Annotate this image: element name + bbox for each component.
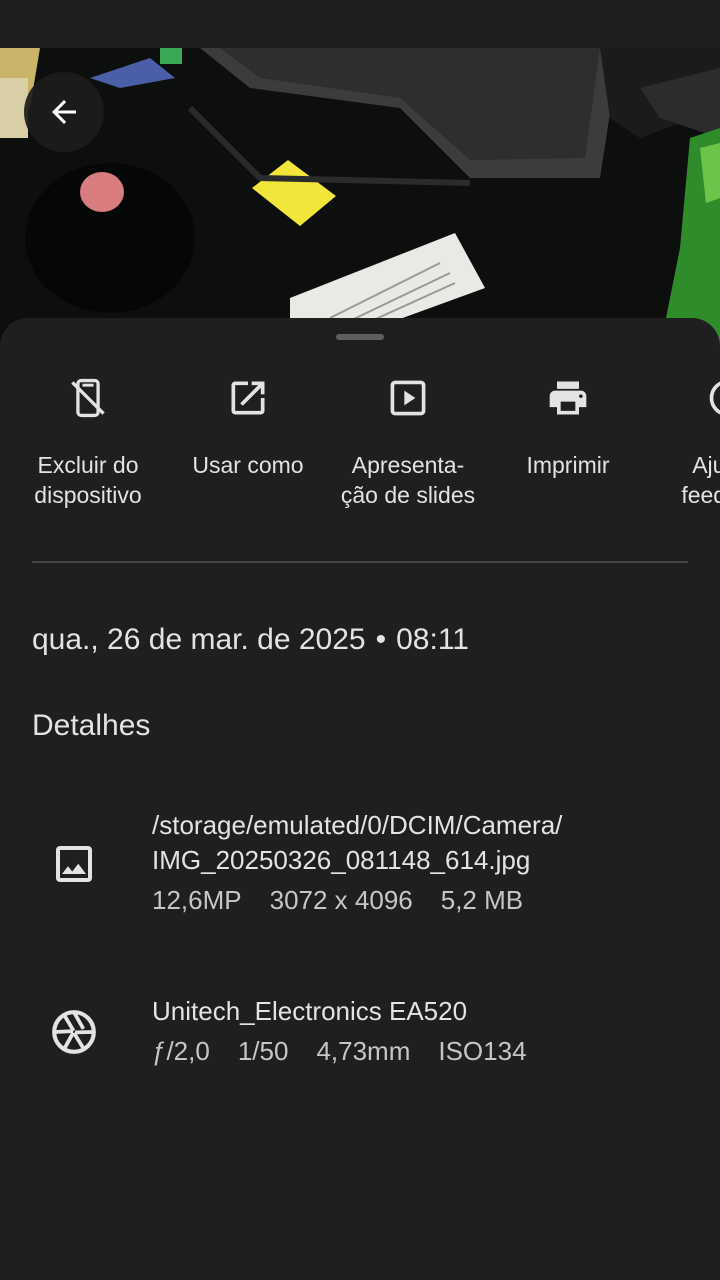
capture-date-day: qua., 26 de mar. de 2025 (32, 623, 366, 656)
slideshow-icon (384, 374, 432, 422)
phone-off-icon (64, 374, 112, 422)
print-label: Imprimir (526, 452, 610, 478)
adjust-feedback-button[interactable]: Ajustar feedback (648, 374, 720, 510)
divider (32, 561, 688, 563)
print-icon (544, 374, 592, 422)
delete-from-device-label: Excluir do dispositivo (34, 452, 142, 508)
camera-shutter: 1/50 (237, 1036, 289, 1066)
image-icon (46, 836, 102, 892)
slideshow-button[interactable]: Apresenta- ção de slides (328, 374, 488, 510)
file-size: 5,2 MB (440, 885, 524, 915)
camera-iso: ISO134 (438, 1036, 527, 1066)
feedback-icon (704, 374, 720, 422)
camera-model: Unitech_Electronics EA520 (152, 996, 468, 1026)
print-button[interactable]: Imprimir (488, 374, 648, 480)
file-megapixels: 12,6MP (152, 885, 242, 915)
camera-info-text: Unitech_Electronics EA520 ƒ/2,0 1/50 4,73m… (152, 994, 555, 1067)
details-title: Detalhes (32, 709, 151, 742)
file-path-line1: /storage/emulated/0/DCIM/Camera/ (152, 810, 563, 840)
status-bar (0, 0, 720, 48)
photo-preview[interactable] (0, 48, 720, 348)
capture-date: qua., 26 de mar. de 2025 • 08:11 (32, 618, 469, 662)
arrow-back-icon (52, 100, 76, 124)
file-meta: 12,6MP 3072 x 4096 5,2 MB (152, 884, 562, 916)
camera-focal-length: 4,73mm (316, 1036, 411, 1066)
camera-aperture: ƒ/2,0 (152, 1036, 210, 1066)
file-resolution: 3072 x 4096 (269, 885, 413, 915)
file-info-text: /storage/emulated/0/DCIM/Camera/ IMG_202… (152, 808, 562, 916)
back-button[interactable] (24, 72, 104, 152)
adjust-feedback-label: Ajustar feedback (681, 452, 720, 508)
camera-meta: ƒ/2,0 1/50 4,73mm ISO134 (152, 1035, 555, 1067)
action-row: Excluir do dispositivo Usar como Apresen… (0, 374, 720, 534)
capture-time: 08:11 (396, 623, 469, 656)
date-separator: • (375, 623, 387, 656)
slideshow-label: Apresenta- ção de slides (340, 452, 476, 508)
file-path-line2: IMG_20250326_081148_614.jpg (152, 845, 531, 875)
photo-image (0, 48, 720, 348)
delete-from-device-button[interactable]: Excluir do dispositivo (8, 374, 168, 510)
use-as-label: Usar como (192, 452, 304, 478)
drag-handle[interactable] (336, 334, 384, 340)
use-as-button[interactable]: Usar como (168, 374, 328, 480)
details-sheet: Excluir do dispositivo Usar como Apresen… (0, 318, 720, 1280)
aperture-icon (46, 1004, 102, 1060)
open-external-icon (224, 374, 272, 422)
